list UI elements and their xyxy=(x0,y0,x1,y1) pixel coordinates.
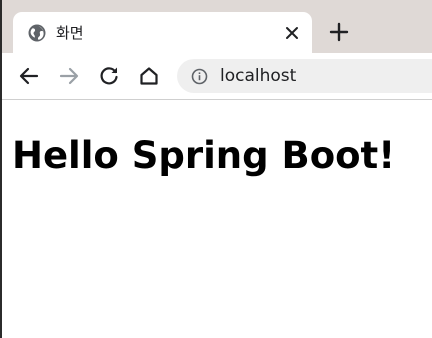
globe-icon xyxy=(28,24,46,42)
active-tab[interactable]: 화면 xyxy=(13,12,312,53)
browser-window: 화면 localhost Hello Spring Boot! xyxy=(0,0,432,338)
page-content: Hello Spring Boot! xyxy=(2,100,432,338)
tab-title: 화면 xyxy=(56,24,84,42)
reload-icon[interactable] xyxy=(97,64,121,88)
info-icon[interactable] xyxy=(191,68,208,85)
browser-toolbar: localhost xyxy=(0,53,432,100)
tab-strip: 화면 xyxy=(0,0,432,53)
plus-icon[interactable] xyxy=(327,20,351,44)
close-icon[interactable] xyxy=(282,23,302,43)
url-text[interactable]: localhost xyxy=(220,66,296,86)
window-edge xyxy=(0,0,2,338)
page-heading: Hello Spring Boot! xyxy=(12,134,396,177)
address-bar[interactable]: localhost xyxy=(177,59,432,93)
arrow-right-icon[interactable] xyxy=(57,64,81,88)
arrow-left-icon[interactable] xyxy=(17,64,41,88)
home-icon[interactable] xyxy=(137,64,161,88)
